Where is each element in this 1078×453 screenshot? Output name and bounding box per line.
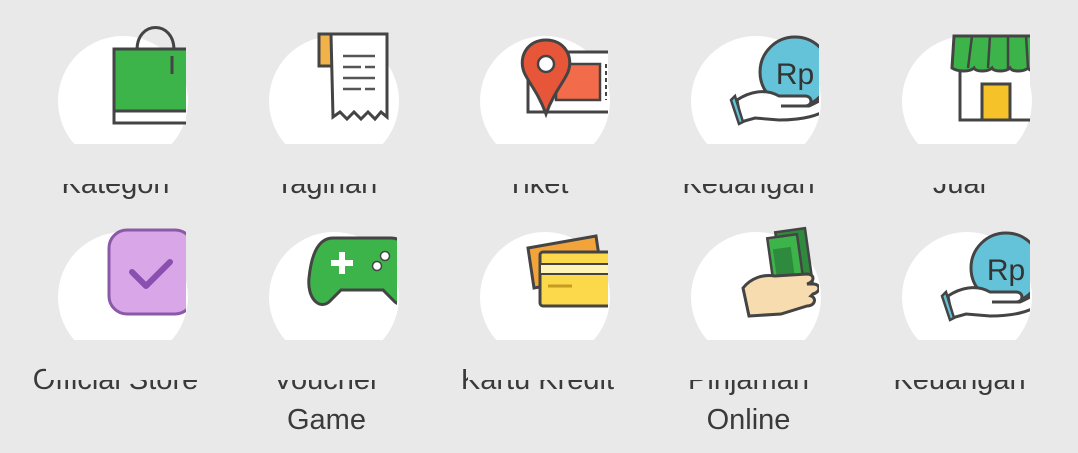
store-icon [949,34,1030,122]
icon-container [889,22,1050,184]
menu-item-jual[interactable]: Jual [854,22,1065,204]
menu-item-tagihan[interactable]: Tagihan [221,22,432,204]
icon-container [256,218,417,380]
menu-item-voucher-game[interactable]: Voucher Game [221,218,432,440]
svg-text:Rp: Rp [986,254,1024,287]
menu-item-keuangan-2[interactable]: Rp Keuangan [854,218,1065,400]
menu-item-kartu-kredit[interactable]: Kartu Kredit [432,218,643,400]
shopping-bag-icon [112,26,186,125]
menu-item-kategori[interactable]: Kategori [10,22,221,204]
icon-container: Rp [889,218,1050,380]
icon-container [45,218,206,380]
cash-hand-icon [740,226,819,318]
icon-container: Rp [678,22,839,184]
icon-container [467,22,628,184]
credit-card-icon [525,234,608,308]
menu-item-official-store[interactable]: Official Store [10,218,221,400]
svg-text:Rp: Rp [775,58,813,91]
rupiah-hand-icon: Rp [729,35,819,126]
icon-container [45,22,206,184]
rupiah-hand-icon: Rp [940,231,1030,322]
category-menu-grid: Kategori Tagihan Tiket Rp Keuangan Jual … [0,0,1078,453]
receipt-icon [317,32,388,122]
menu-item-tiket[interactable]: Tiket [432,22,643,204]
menu-item-pinjaman-online[interactable]: Pinjaman Online [643,218,854,440]
official-check-icon [107,228,186,316]
gamepad-icon [306,236,397,306]
ticket-icon [520,38,608,119]
icon-container [678,218,839,380]
icon-container [467,218,628,380]
icon-container [256,22,417,184]
menu-item-keuangan[interactable]: Rp Keuangan [643,22,854,204]
